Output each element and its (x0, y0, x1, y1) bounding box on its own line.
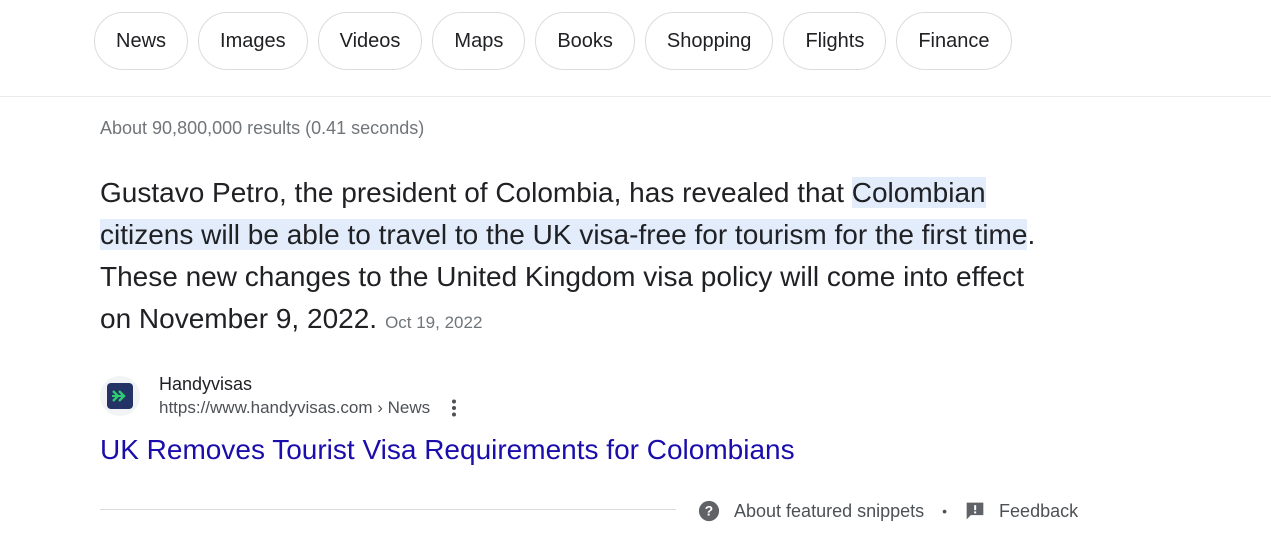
snippet-text-before: Gustavo Petro, the president of Colombia… (100, 177, 852, 208)
header-divider (0, 96, 1271, 97)
site-url-row: https://www.handyvisas.com › News (159, 396, 460, 420)
about-featured-snippets-link[interactable]: ? About featured snippets (698, 500, 924, 522)
site-name: Handyvisas (159, 374, 253, 394)
featured-snippet-text: Gustavo Petro, the president of Colombia… (100, 172, 1060, 344)
result-source[interactable]: Handyvisas https://www.handyvisas.com › … (100, 372, 460, 420)
svg-text:?: ? (705, 504, 713, 519)
site-url: https://www.handyvisas.com › News (159, 398, 431, 417)
search-filter-chips: News Images Videos Maps Books Shopping F… (94, 12, 1012, 70)
footer-separator: • (942, 503, 948, 519)
feedback-link[interactable]: Feedback (965, 501, 1078, 522)
snippet-date: Oct 19, 2022 (385, 313, 483, 332)
source-text: Handyvisas https://www.handyvisas.com › … (159, 372, 460, 420)
about-featured-snippets-label: About featured snippets (734, 500, 925, 521)
feedback-icon (966, 502, 984, 520)
feedback-label: Feedback (999, 500, 1079, 521)
chip-flights[interactable]: Flights (783, 12, 887, 70)
chip-images[interactable]: Images (198, 12, 308, 70)
chip-shopping[interactable]: Shopping (644, 12, 774, 70)
more-options-icon[interactable] (448, 396, 460, 420)
chip-books[interactable]: Books (535, 12, 635, 70)
result-title-link[interactable]: UK Removes Tourist Visa Requirements for… (100, 434, 795, 466)
chip-news[interactable]: News (94, 12, 189, 70)
handyvisas-logo-icon (107, 383, 133, 409)
chip-finance[interactable]: Finance (896, 12, 1012, 70)
favicon-container (100, 376, 140, 416)
snippet-footer: ? About featured snippets • Feedback (698, 499, 1078, 523)
result-stats: About 90,800,000 results (0.41 seconds) (100, 118, 425, 138)
chip-videos[interactable]: Videos (317, 12, 423, 70)
footer-divider (100, 509, 676, 510)
help-icon: ? (698, 500, 720, 522)
chip-maps[interactable]: Maps (432, 12, 526, 70)
